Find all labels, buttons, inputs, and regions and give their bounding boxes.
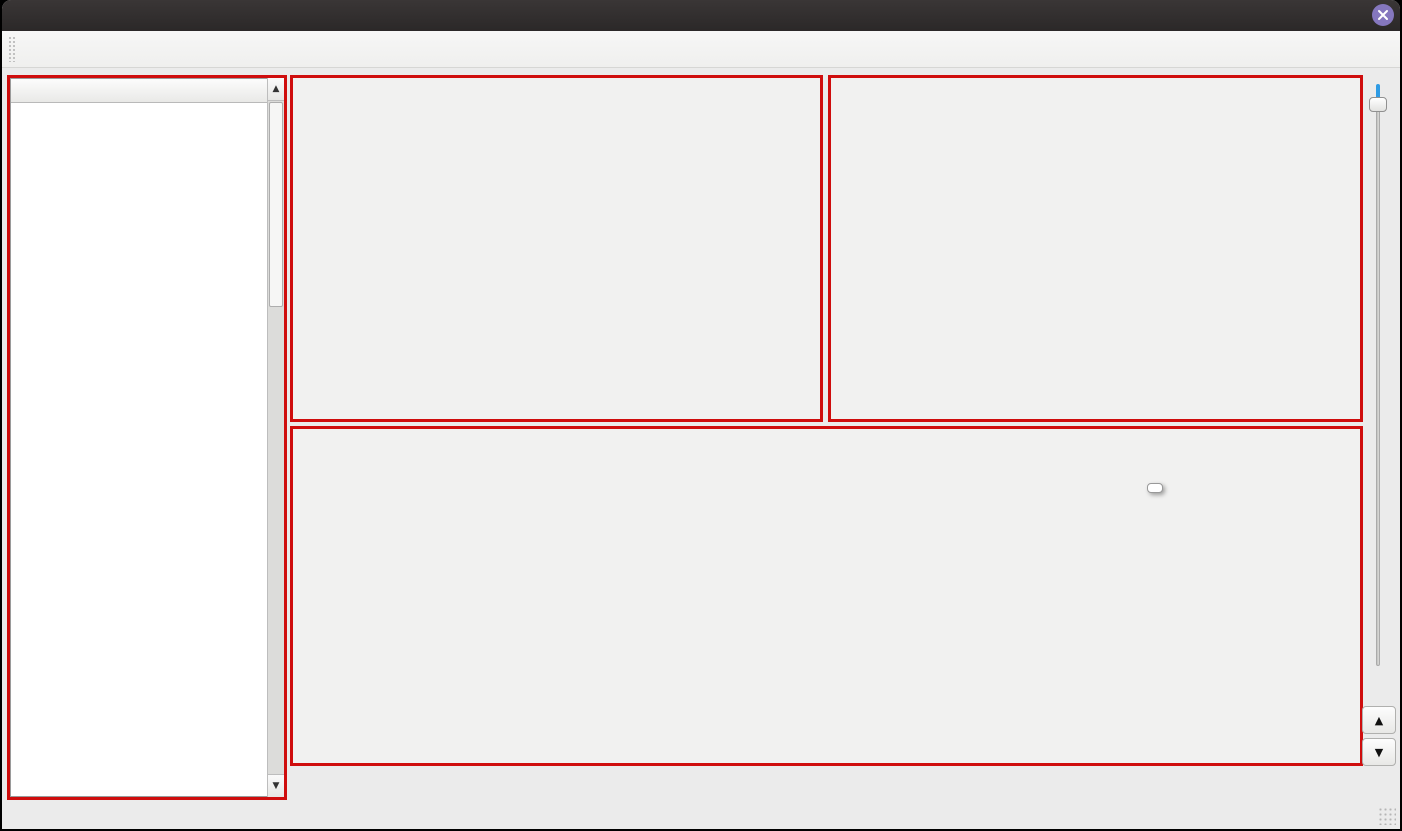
cross-section-legend [1147, 483, 1163, 493]
profiles-table [10, 78, 284, 797]
slider-track[interactable] [1376, 98, 1380, 666]
window-body: ▲ ▼ ▲ ▼ [2, 0, 1400, 829]
arrow-down-icon: ▼ [1374, 745, 1384, 759]
cross-section-panel [290, 426, 1363, 766]
scroll-down-icon[interactable]: ▼ [268, 774, 284, 797]
profiles-table-panel: ▲ ▼ [7, 75, 287, 800]
long-profile-canvas[interactable] [831, 115, 1360, 419]
main-toolbar [2, 31, 1400, 68]
plan-view-canvas[interactable] [293, 115, 820, 419]
plan-view-panel [290, 75, 823, 422]
table-header-row [11, 79, 283, 103]
scroll-up-icon[interactable]: ▲ [268, 78, 284, 101]
title-bar[interactable] [2, 0, 1400, 31]
toolbar-drag-handle[interactable] [8, 36, 17, 62]
close-icon [1378, 10, 1388, 20]
profile-slider[interactable] [1368, 84, 1388, 666]
cross-section-toolbar [293, 429, 1360, 466]
previous-profile-button[interactable]: ▲ [1362, 706, 1396, 734]
long-profile-panel [828, 75, 1363, 422]
arrow-up-icon: ▲ [1374, 713, 1384, 727]
long-profile-toolbar [831, 78, 1360, 115]
app-window: ▲ ▼ ▲ ▼ [0, 0, 1402, 831]
next-profile-button[interactable]: ▼ [1362, 738, 1396, 766]
plan-plot-toolbar [293, 78, 820, 115]
cross-section-canvas[interactable] [293, 466, 1360, 763]
table-scrollbar[interactable]: ▲ ▼ [267, 78, 284, 797]
slider-handle[interactable] [1369, 97, 1387, 112]
table-scrollbar-thumb[interactable] [269, 102, 283, 307]
close-button[interactable] [1372, 4, 1394, 26]
table-body [11, 103, 283, 796]
resize-grip[interactable] [1378, 807, 1396, 825]
